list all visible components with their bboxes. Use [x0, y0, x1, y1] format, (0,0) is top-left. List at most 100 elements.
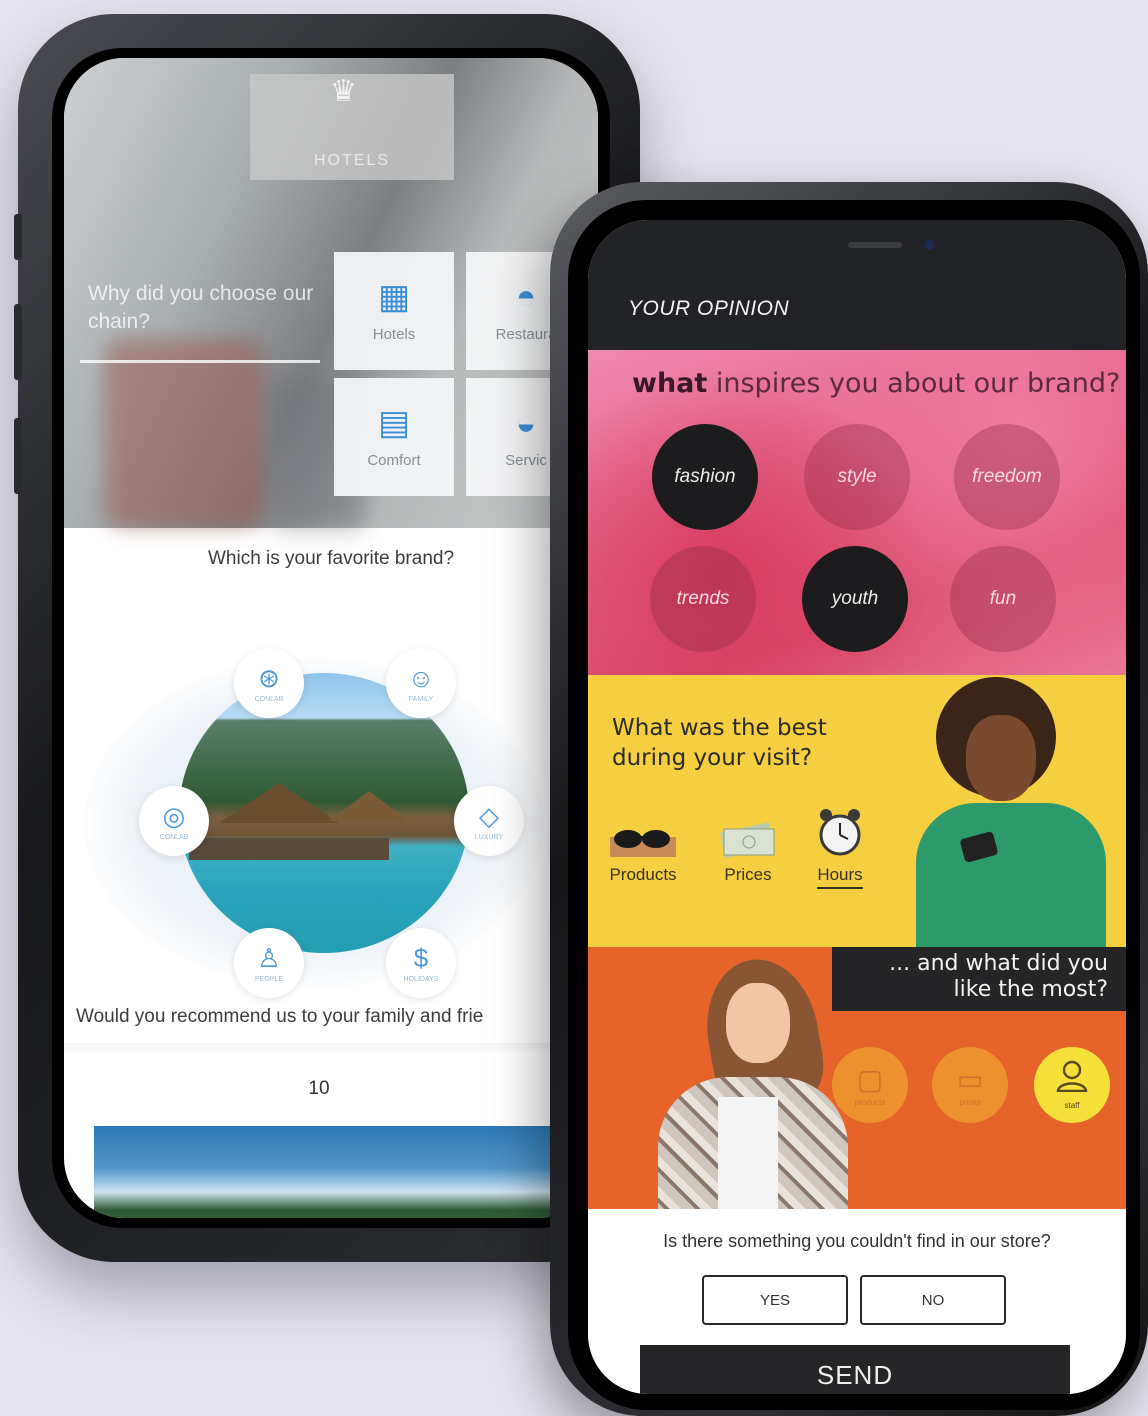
- front-camera: [924, 240, 934, 250]
- brand-label: PEOPLE: [254, 976, 283, 983]
- front-phone-bezel: YOUR OPINION what inspires you about our…: [568, 200, 1140, 1410]
- logo-text: HOTELS: [313, 152, 390, 169]
- store-question: Is there something you couldn't find in …: [663, 1231, 1051, 1251]
- best-visit-section: What was the best during your visit? Pro…: [588, 675, 1126, 953]
- landscape-image: [94, 1126, 554, 1218]
- brand-label: LUXURY: [474, 834, 504, 841]
- best-visit-question: What was the best during your visit?: [612, 713, 827, 773]
- bubble-fun[interactable]: fun: [950, 546, 1056, 652]
- bubble-fashion[interactable]: fashion: [652, 424, 758, 530]
- pool-deck: [189, 838, 389, 860]
- money-icon: $: [413, 943, 429, 973]
- option-comfort[interactable]: ▤ Comfort: [334, 378, 454, 496]
- hut-roof: [219, 783, 339, 823]
- brand-option-5[interactable]: ♙ PEOPLE: [234, 928, 304, 998]
- why-underline: [80, 360, 320, 363]
- sunglasses-icon: [608, 811, 678, 859]
- best-option-label: Products: [609, 865, 677, 884]
- like-option-label: staff: [1064, 1101, 1080, 1110]
- speaker-grille: [848, 242, 902, 248]
- building-icon: ▦: [377, 277, 411, 316]
- brand-label: CONLAB: [254, 696, 284, 703]
- like-option-products[interactable]: ▢ products: [832, 1047, 908, 1123]
- back-phone: ♛ HOTELS Why did you choose our chain? ▦…: [14, 14, 640, 1262]
- hotel-logo: ♛ HOTELS: [250, 74, 454, 180]
- question-line: What was the best: [612, 715, 827, 741]
- best-option-hours[interactable]: Hours: [816, 809, 864, 889]
- option-hotels[interactable]: ▦ Hotels: [334, 252, 454, 370]
- brand-label: FAMILY: [408, 696, 434, 703]
- option-label: Restaura: [495, 325, 557, 343]
- volume-down-button: [14, 418, 22, 494]
- like-option-prices[interactable]: ▭ prices: [932, 1047, 1008, 1123]
- like-option-staff[interactable]: staff: [1034, 1047, 1110, 1123]
- brand-option-6[interactable]: $ HOLIDAYS: [386, 928, 456, 998]
- mute-switch: [14, 214, 22, 260]
- bags-icon: ▢: [856, 1064, 884, 1095]
- app-header: YOUR OPINION: [588, 220, 1126, 350]
- photo-sweater: [916, 803, 1106, 953]
- photo-face: [966, 715, 1036, 801]
- glasses-icon: ◎: [162, 801, 186, 831]
- brand-option-2[interactable]: ☺ FAMILY: [386, 648, 456, 718]
- service-bell-icon: ◒: [515, 403, 537, 442]
- brand-option-1[interactable]: ⊛ CONLAB: [234, 648, 304, 718]
- diamond-icon: ◇: [479, 801, 499, 831]
- photo-face: [726, 983, 790, 1063]
- inspire-section: what inspires you about our brand? fashi…: [588, 350, 1126, 675]
- hut-roof: [329, 791, 409, 821]
- photo-shirt: [718, 1097, 778, 1217]
- bubble-freedom[interactable]: freedom: [954, 424, 1060, 530]
- header-title: YOUR OPINION: [628, 297, 790, 320]
- like-option-label: products: [854, 1098, 886, 1107]
- bubble-style[interactable]: style: [804, 424, 910, 530]
- recommend-question: Would you recommend us to your family an…: [76, 1006, 484, 1027]
- back-phone-bezel: ♛ HOTELS Why did you choose our chain? ▦…: [52, 48, 610, 1228]
- bubble-trends[interactable]: trends: [650, 546, 756, 652]
- woman-with-phone-photo: [906, 675, 1106, 953]
- volume-up-button: [14, 304, 22, 380]
- recommend-score[interactable]: 10: [64, 1078, 598, 1100]
- best-option-label: Hours: [817, 865, 863, 889]
- question-line: like the most?: [953, 977, 1108, 1002]
- yes-button[interactable]: YES: [702, 1275, 848, 1325]
- question-line: ... and what did you: [889, 951, 1108, 976]
- user-icon: [1055, 1060, 1089, 1099]
- option-label: Comfort: [367, 451, 421, 469]
- send-button[interactable]: SEND: [640, 1345, 1070, 1394]
- best-option-products[interactable]: Products: [608, 811, 678, 885]
- cash-icon: ▭: [956, 1064, 984, 1095]
- hero-image: ♛ HOTELS Why did you choose our chain? ▦…: [64, 58, 598, 528]
- brand-label: CONLAB: [159, 834, 189, 841]
- brand-label: HOLIDAYS: [403, 976, 439, 983]
- woman-on-call-photo: [598, 947, 858, 1217]
- like-option-label: prices: [959, 1098, 981, 1107]
- no-button[interactable]: NO: [860, 1275, 1006, 1325]
- like-most-section: ... and what did you like the most? ▢ pr…: [588, 947, 1126, 1217]
- person-icon: ♙: [257, 943, 281, 973]
- back-phone-screen: ♛ HOTELS Why did you choose our chain? ▦…: [64, 58, 598, 1218]
- alarm-clock-icon: [816, 809, 864, 859]
- question-line: during your visit?: [612, 745, 813, 771]
- front-phone: YOUR OPINION what inspires you about our…: [550, 182, 1148, 1416]
- like-most-question: ... and what did you like the most?: [832, 947, 1126, 1011]
- inspire-question-bold: what: [632, 368, 708, 399]
- best-option-prices[interactable]: Prices: [718, 811, 778, 885]
- bubble-youth[interactable]: youth: [802, 546, 908, 652]
- crown-icon: ♛: [330, 75, 357, 108]
- inspire-question-rest: inspires you about our brand?: [707, 368, 1121, 399]
- hero-blur-shape: [104, 338, 264, 528]
- banknotes-icon: [718, 811, 778, 859]
- option-label: Servic: [505, 451, 547, 469]
- face-icon: ☺: [407, 663, 435, 693]
- front-phone-screen: YOUR OPINION what inspires you about our…: [588, 220, 1126, 1394]
- best-option-label: Prices: [724, 865, 772, 884]
- brand-option-3[interactable]: ◎ CONLAB: [139, 786, 209, 856]
- divider: [64, 1043, 598, 1055]
- brand-option-4[interactable]: ◇ LUXURY: [454, 786, 524, 856]
- brand-wheel: ⊛ CONLAB ☺ FAMILY ◎ CONLAB ◇ LUXURY ♙ PE…: [84, 628, 544, 1008]
- favorite-brand-question: Which is your favorite brand?: [207, 548, 455, 569]
- why-question: Why did you choose our chain?: [88, 282, 314, 333]
- option-label: Hotels: [372, 325, 416, 343]
- store-question-section: Is there something you couldn't find in …: [588, 1209, 1126, 1394]
